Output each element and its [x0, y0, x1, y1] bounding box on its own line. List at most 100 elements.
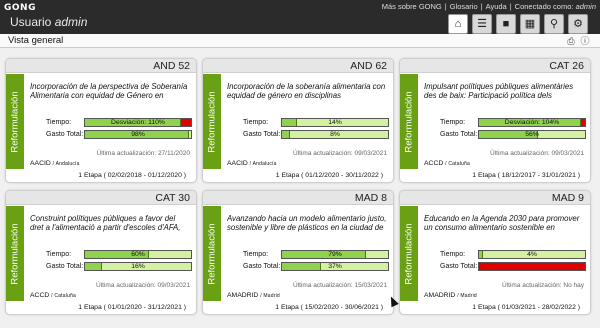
- tiempo-bar-text: 14%: [328, 119, 342, 126]
- project-code[interactable]: AND 62: [350, 60, 387, 72]
- status-label: Reformulación: [9, 222, 21, 285]
- about-link[interactable]: Más sobre GONG: [382, 2, 442, 11]
- org-name: AACID: [227, 160, 248, 167]
- project-title[interactable]: Impulsant polítiques públiques alimentàr…: [424, 82, 584, 100]
- project-stage: 1 Etapa ( 01/03/2021 - 28/02/2022 ): [472, 304, 580, 311]
- print-icon[interactable]: ⎙: [566, 36, 576, 46]
- project-title[interactable]: Construint polítiques públiques a favor …: [30, 214, 190, 232]
- org-region: Cataluña: [448, 161, 470, 167]
- tiempo-bar-text: Desviación: 104%: [504, 119, 560, 126]
- project-card[interactable]: MAD 8 Reformulación Avanzando hacia un m…: [202, 190, 394, 315]
- org-region: Andalucía: [252, 161, 277, 167]
- org-name: AMADRID: [424, 292, 456, 299]
- user-label: Usuario admin: [10, 15, 87, 29]
- org-region: Cataluña: [54, 293, 76, 299]
- project-card[interactable]: CAT 30 Reformulación Construint polítiqu…: [5, 190, 197, 315]
- project-title[interactable]: Incorporación de la soberanía alimentari…: [227, 82, 387, 100]
- status-label: Reformulación: [403, 90, 415, 153]
- project-stage: 1 Etapa ( 01/01/2020 - 31/12/2021 ): [78, 304, 186, 311]
- last-update: Última actualización: 09/03/2021: [293, 150, 387, 157]
- project-code[interactable]: CAT 30: [155, 192, 190, 204]
- card-header: CAT 30: [6, 191, 196, 205]
- status-label: Reformulación: [403, 222, 415, 285]
- tiempo-bar: 60%: [84, 250, 192, 259]
- project-code[interactable]: MAD 9: [552, 192, 584, 204]
- project-stage: 1 Etapa ( 18/12/2017 - 31/01/2021 ): [472, 172, 580, 179]
- tiempo-bar: 14%: [281, 118, 389, 127]
- tiempo-bar-text: 4%: [527, 251, 537, 258]
- status-stripe: Reformulación: [6, 206, 24, 301]
- tiempo-bar-label: Tiempo:: [440, 251, 466, 258]
- gasto-bar-text: 56%: [525, 131, 539, 138]
- gasto-bar-text: 98%: [131, 131, 145, 138]
- project-title[interactable]: Incorporación de la perspectiva de Sober…: [30, 82, 190, 100]
- project-card[interactable]: AND 52 Reformulación Incorporación de la…: [5, 58, 197, 183]
- gong-logo: GONG: [4, 3, 36, 13]
- tiempo-bar: 4%: [478, 250, 586, 259]
- tiempo-bar-text: 79%: [328, 251, 342, 258]
- gasto-bar-text: 37%: [328, 263, 342, 270]
- info-icon[interactable]: ⓘ: [580, 36, 590, 46]
- org-region: Madrid: [460, 293, 477, 299]
- folder-icon[interactable]: ■: [496, 14, 516, 34]
- org-region: Madrid: [263, 293, 280, 299]
- org-name: AACID: [30, 160, 51, 167]
- gasto-bar: 37%: [281, 262, 389, 271]
- project-card[interactable]: MAD 9 Reformulación Educando en la Agend…: [399, 190, 591, 315]
- tools-icon[interactable]: ⚙: [568, 14, 588, 34]
- top-bar: GONG Usuario admin Más sobre GONG | Glosar…: [0, 0, 600, 34]
- project-card[interactable]: AND 62 Reformulación Incorporación de la…: [202, 58, 394, 183]
- status-stripe: Reformulación: [203, 206, 221, 301]
- project-stage: 1 Etapa ( 15/02/2020 - 30/06/2021 ): [275, 304, 383, 311]
- project-code[interactable]: CAT 26: [549, 60, 584, 72]
- gasto-bar-label: Gasto Total:: [243, 131, 281, 138]
- user-prefix: Usuario: [10, 15, 52, 29]
- home-icon[interactable]: ⌂: [448, 14, 468, 34]
- gasto-bar: 98%: [84, 130, 192, 139]
- main-toolbar: ⌂ ☰ ■ ▦ ⚲ ⚙: [448, 14, 588, 34]
- status-label: Reformulación: [9, 90, 21, 153]
- org-name: ACCD: [30, 292, 50, 299]
- glossary-link[interactable]: Glosario: [450, 2, 478, 11]
- org-region: Andalucía: [55, 161, 80, 167]
- project-card[interactable]: CAT 26 Reformulación Impulsant polítique…: [399, 58, 591, 183]
- help-link[interactable]: Ayuda: [486, 2, 507, 11]
- gasto-bar-label: Gasto Total:: [46, 263, 84, 270]
- org-name: ACCD: [424, 160, 444, 167]
- status-stripe: Reformulación: [400, 206, 418, 301]
- project-title[interactable]: Avanzando hacia un modelo alimentario ju…: [227, 214, 387, 232]
- sub-icons: ⎙ ⓘ: [566, 36, 590, 46]
- connected-as-label: Conectado como:: [514, 2, 574, 11]
- card-header: CAT 26: [400, 59, 590, 73]
- tiempo-bar-text: 60%: [131, 251, 145, 258]
- tiempo-bar-text: Desviación: 110%: [111, 119, 165, 126]
- status-label: Reformulación: [206, 222, 218, 285]
- card-header: MAD 9: [400, 191, 590, 205]
- gasto-bar: [478, 262, 586, 271]
- key-icon[interactable]: ⚲: [544, 14, 564, 34]
- project-title[interactable]: Educando en la Agenda 2030 para promover…: [424, 214, 584, 232]
- tiempo-bar: Desviación: 110%: [84, 118, 192, 127]
- user-name: admin: [54, 15, 88, 29]
- gasto-bar-label: Gasto Total:: [440, 263, 478, 270]
- list-icon[interactable]: ☰: [472, 14, 492, 34]
- project-stage: 1 Etapa ( 01/12/2020 - 30/11/2022 ): [275, 172, 383, 179]
- project-code[interactable]: AND 52: [153, 60, 190, 72]
- gasto-bar: 8%: [281, 130, 389, 139]
- last-update: Última actualización: No hay: [501, 282, 584, 289]
- organization: AACID / Andalucía: [227, 160, 277, 167]
- last-update: Última actualización: 09/03/2021: [96, 282, 190, 289]
- card-header: MAD 8: [203, 191, 393, 205]
- gasto-bar-text: 8%: [330, 131, 340, 138]
- tiempo-bar: Desviación: 104%: [478, 118, 586, 127]
- calendar-icon[interactable]: ▦: [520, 14, 540, 34]
- card-header: AND 62: [203, 59, 393, 73]
- organization: AACID / Andalucía: [30, 160, 80, 167]
- gasto-bar-text: 16%: [131, 263, 145, 270]
- gasto-bar-label: Gasto Total:: [46, 131, 84, 138]
- status-stripe: Reformulación: [203, 74, 221, 169]
- gasto-bar: 56%: [478, 130, 586, 139]
- gasto-bar: 16%: [84, 262, 192, 271]
- tiempo-bar-label: Tiempo:: [440, 119, 466, 126]
- project-code[interactable]: MAD 8: [355, 192, 387, 204]
